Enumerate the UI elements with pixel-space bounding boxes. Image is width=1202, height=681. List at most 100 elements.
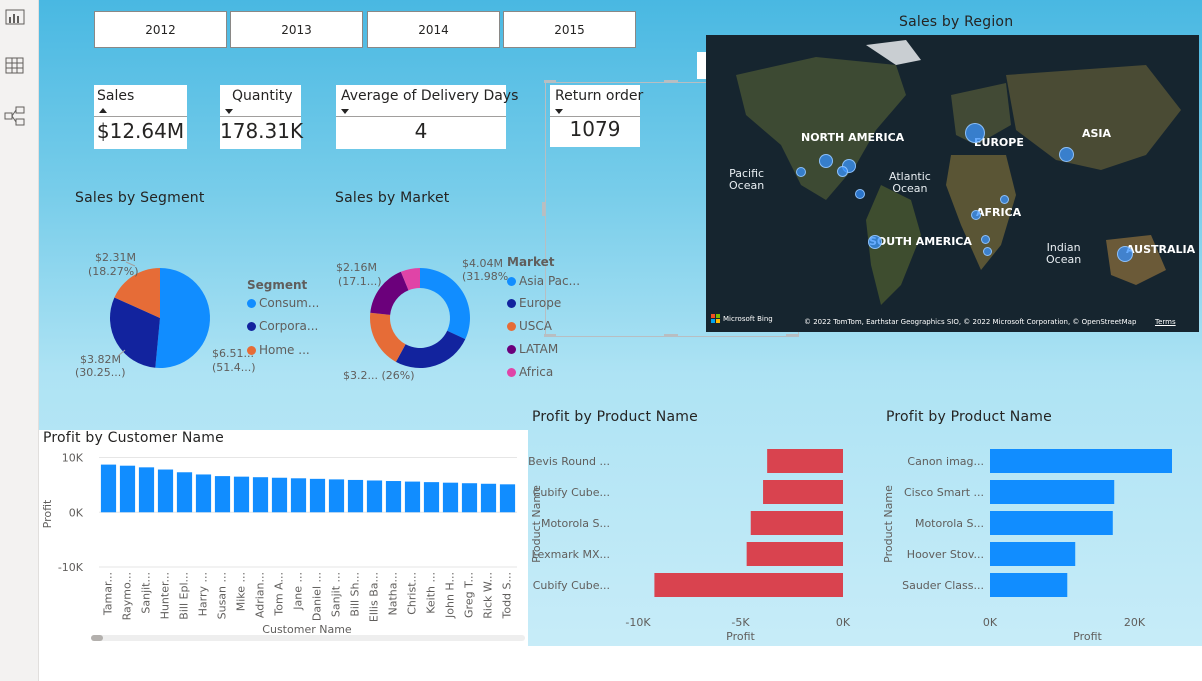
report-view-icon[interactable] <box>4 6 26 28</box>
bar[interactable] <box>290 478 307 513</box>
product-loss-chart[interactable]: Bevis Round ... Cubify Cube... Motorola S.… <box>528 440 868 646</box>
bar[interactable] <box>990 449 1172 473</box>
resize-handle[interactable] <box>664 80 678 83</box>
map-bubble[interactable] <box>983 247 992 256</box>
market-legend-item[interactable]: Asia Pac... <box>507 274 580 288</box>
bar[interactable] <box>750 511 843 535</box>
map-bubble[interactable] <box>1000 195 1009 204</box>
bar[interactable] <box>990 542 1076 566</box>
donut-label: (31.98%) <box>462 270 508 283</box>
map-bubble[interactable] <box>837 166 848 177</box>
bar[interactable] <box>138 467 155 513</box>
resize-handle[interactable] <box>664 334 678 337</box>
divider <box>336 116 506 117</box>
x-axis-title: Profit <box>1073 630 1102 643</box>
bar[interactable] <box>271 477 288 513</box>
map-terms-link[interactable]: Terms <box>1155 318 1176 326</box>
bar[interactable] <box>100 464 117 513</box>
bar[interactable] <box>990 573 1068 597</box>
donut-slice[interactable] <box>395 330 466 368</box>
horizontal-scrollbar[interactable] <box>91 635 525 641</box>
resize-handle[interactable] <box>542 202 545 216</box>
x-tick-label: Tom A... <box>273 572 286 617</box>
pie-slice[interactable] <box>155 268 211 368</box>
bing-attribution: Microsoft Bing <box>711 314 773 323</box>
donut-label: (17.1...) <box>338 275 382 288</box>
bar[interactable] <box>442 482 459 513</box>
delivery-days-card[interactable]: Average of Delivery Days 4 <box>336 85 518 149</box>
customer-profit-chart[interactable]: 10K 0K -10K Tamar... Raymo... Sanjit... Hunter… <box>39 448 528 646</box>
market-donut-chart[interactable]: $2.16M (17.1...) $4.04M (31.98%) $3.2...… <box>333 250 508 385</box>
sort-down-icon[interactable] <box>225 109 233 114</box>
map-bubble[interactable] <box>981 235 990 244</box>
market-legend-item[interactable]: USCA <box>507 319 552 333</box>
bar[interactable] <box>252 477 269 513</box>
resize-handle[interactable] <box>544 80 556 83</box>
scrollbar-thumb[interactable] <box>91 635 103 641</box>
resize-handle[interactable] <box>786 334 798 337</box>
model-view-icon[interactable] <box>4 105 26 127</box>
bar[interactable] <box>990 480 1115 504</box>
map-bubble[interactable] <box>796 167 806 177</box>
bar[interactable] <box>214 476 231 513</box>
market-legend-item[interactable]: Africa <box>507 365 553 379</box>
bar[interactable] <box>499 484 516 513</box>
product-profit-chart-title: Profit by Product Name <box>886 409 1052 425</box>
bar[interactable] <box>654 573 843 597</box>
sort-down-icon[interactable] <box>341 109 349 114</box>
bar[interactable] <box>404 481 421 513</box>
map-bubble[interactable] <box>819 154 833 168</box>
x-tick-label: Tamar... <box>102 572 115 616</box>
bar[interactable] <box>176 472 193 513</box>
bar[interactable] <box>309 478 326 513</box>
y-axis-title: Product Name <box>530 485 543 563</box>
segment-legend-item[interactable]: Consum... <box>247 296 319 310</box>
map-bubble[interactable] <box>1117 246 1133 262</box>
map-bubble[interactable] <box>971 210 981 220</box>
region-map[interactable]: NORTH AMERICA EUROPE ASIA AFRICA SOUTH A… <box>706 35 1199 332</box>
bar[interactable] <box>366 480 383 513</box>
sales-card[interactable]: Sales $12.64M <box>94 85 187 149</box>
year-slicer-2013[interactable]: 2013 <box>230 11 363 48</box>
legend-marker <box>507 321 516 331</box>
segment-pie-chart[interactable]: $2.31M (18.27%) $3.82M (30.25...) $6.51.… <box>70 240 320 385</box>
map-bubble[interactable] <box>1059 147 1074 162</box>
bar[interactable] <box>233 476 250 513</box>
year-slicer-2014[interactable]: 2014 <box>367 11 500 48</box>
x-tick-label: Sanjit... <box>140 572 153 614</box>
market-legend-item[interactable]: Europe <box>507 296 561 310</box>
x-tick-label: 0K <box>983 616 998 629</box>
bar[interactable] <box>119 465 136 513</box>
map-bubble[interactable] <box>965 123 985 143</box>
sort-up-icon[interactable] <box>99 108 107 113</box>
bar[interactable] <box>746 542 843 566</box>
bar[interactable] <box>195 474 212 513</box>
bar[interactable] <box>480 483 497 513</box>
quantity-card[interactable]: Quantity 178.31K <box>220 85 304 149</box>
resize-handle[interactable] <box>544 334 556 337</box>
table-view-icon[interactable] <box>4 55 26 77</box>
bar[interactable] <box>461 483 478 513</box>
bar[interactable] <box>347 479 364 513</box>
map-bubble[interactable] <box>868 235 882 249</box>
bar[interactable] <box>423 482 440 513</box>
bar[interactable] <box>157 469 174 513</box>
bar[interactable] <box>767 449 843 473</box>
y-tick-label: Sauder Class... <box>902 579 984 592</box>
legend-marker <box>247 298 256 308</box>
bar[interactable] <box>990 511 1113 535</box>
bar[interactable] <box>385 481 402 513</box>
y-axis-title: Profit <box>41 499 54 528</box>
map-bubble[interactable] <box>855 189 865 199</box>
map-label-north-america: NORTH AMERICA <box>801 131 905 144</box>
bar[interactable] <box>763 480 843 504</box>
product-profit-chart[interactable]: Canon imag... Cisco Smart ... Motorola S..… <box>880 440 1200 646</box>
market-legend-item[interactable]: LATAM <box>507 342 558 356</box>
map-label-pacific: Pacific Ocean <box>729 167 765 192</box>
bar[interactable] <box>328 479 345 513</box>
quantity-card-value: 178.31K <box>220 119 304 143</box>
year-slicer-2012[interactable]: 2012 <box>94 11 227 48</box>
segment-legend-item[interactable]: Corpora... <box>247 319 318 333</box>
segment-legend-item[interactable]: Home ... <box>247 343 310 357</box>
year-slicer-2015[interactable]: 2015 <box>503 11 636 48</box>
